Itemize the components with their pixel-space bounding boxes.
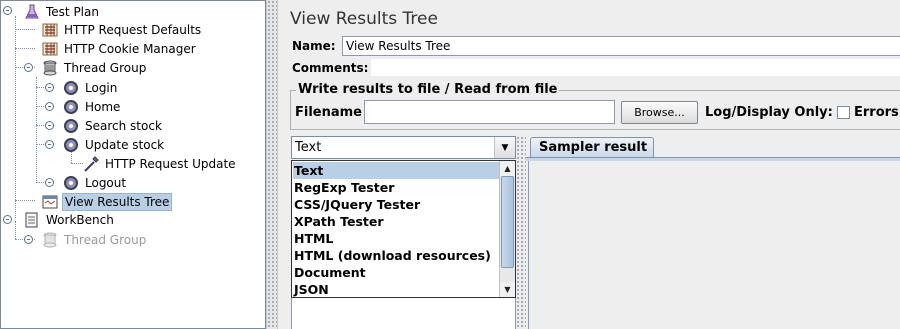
- tree-connector: [15, 48, 35, 49]
- main-splitter[interactable]: [266, 0, 278, 329]
- renderer-option-html-download-resources[interactable]: HTML (download resources): [293, 247, 499, 264]
- renderer-select-value: Text: [295, 140, 322, 155]
- listener-icon: [41, 193, 59, 211]
- tree-node-search-stock[interactable]: Search stock: [62, 116, 164, 135]
- renderer-option-text[interactable]: Text: [293, 162, 499, 179]
- tree-node-login[interactable]: Login: [62, 78, 119, 97]
- beaker-icon: [23, 3, 41, 21]
- collapse-handle-workbench-thread-group[interactable]: [24, 235, 33, 244]
- renderer-option-xpath-tester[interactable]: XPath Tester: [293, 213, 499, 230]
- tree-node-http-request-update[interactable]: HTTP Request Update: [82, 154, 238, 173]
- name-field[interactable]: [342, 36, 900, 56]
- log-display-label: Log/Display Only:: [705, 105, 833, 120]
- renderer-option-document[interactable]: Document: [293, 264, 499, 281]
- page-title: View Results Tree: [290, 9, 438, 29]
- config-element-icon: [41, 40, 59, 58]
- config-element-icon: [41, 21, 59, 39]
- dropdown-scrollbar[interactable]: ▲ ▼: [499, 161, 515, 297]
- gear-icon: [62, 117, 80, 135]
- collapse-handle-home[interactable]: [45, 102, 54, 111]
- comments-field[interactable]: [371, 59, 900, 76]
- scroll-down-icon[interactable]: ▼: [500, 282, 515, 297]
- sampler-result-content: [528, 161, 900, 329]
- tree-node-http-cookie-manager[interactable]: HTTP Cookie Manager: [41, 39, 198, 58]
- tree-node-home[interactable]: Home: [62, 97, 122, 116]
- errors-label: Errors: [854, 105, 899, 120]
- pipette-icon: [82, 155, 100, 173]
- collapse-handle-thread-group[interactable]: [24, 63, 33, 72]
- errors-checkbox[interactable]: [837, 106, 850, 119]
- chevron-down-icon[interactable]: ▼: [494, 137, 515, 158]
- tree-node-test-plan[interactable]: Test Plan: [23, 2, 101, 21]
- view-results-tree-panel: View Results Tree Name: Comments: Write …: [278, 0, 900, 329]
- tree-connector: [15, 221, 16, 239]
- collapse-handle-login[interactable]: [45, 83, 54, 92]
- tree-connector: [15, 200, 35, 201]
- tree-node-update-stock[interactable]: Update stock: [62, 135, 166, 154]
- workbench-icon: [23, 211, 41, 229]
- renderer-option-css-jquery-tester[interactable]: CSS/JQuery Tester: [293, 196, 499, 213]
- tab-sampler-result[interactable]: Sampler result: [530, 137, 654, 158]
- scroll-up-icon[interactable]: ▲: [500, 161, 515, 176]
- tree-node-view-results-tree[interactable]: View Results Tree: [41, 192, 173, 211]
- gear-icon: [62, 98, 80, 116]
- spool-icon: [41, 59, 59, 77]
- gear-icon: [62, 136, 80, 154]
- results-splitter[interactable]: [516, 136, 526, 329]
- renderer-dropdown-list[interactable]: Text RegExp Tester CSS/JQuery Tester XPa…: [291, 160, 516, 298]
- comments-label: Comments:: [292, 61, 369, 75]
- tree-connector: [15, 16, 16, 218]
- renderer-option-regexp-tester[interactable]: RegExp Tester: [293, 179, 499, 196]
- result-tabs: Sampler result: [526, 137, 900, 159]
- collapse-handle-logout[interactable]: [45, 178, 54, 187]
- test-plan-tree[interactable]: Test Plan HTTP Request Defaults HTTP Coo…: [0, 0, 266, 329]
- tree-node-workbench[interactable]: WorkBench: [23, 210, 116, 229]
- collapse-handle-workbench[interactable]: [3, 215, 12, 224]
- renderer-option-html[interactable]: HTML: [293, 230, 499, 247]
- name-label: Name:: [292, 39, 336, 53]
- tree-node-thread-group[interactable]: Thread Group: [41, 58, 148, 77]
- filename-field[interactable]: [364, 100, 615, 124]
- tree-connector: [36, 77, 37, 183]
- scrollbar-thumb[interactable]: [501, 176, 514, 268]
- file-group-legend: Write results to file / Read from file: [296, 82, 560, 97]
- renderer-select[interactable]: Text ▼: [291, 136, 516, 159]
- browse-button[interactable]: Browse...: [621, 101, 698, 124]
- collapse-handle-update-stock[interactable]: [45, 140, 54, 149]
- gear-icon: [62, 174, 80, 192]
- tree-node-http-request-defaults[interactable]: HTTP Request Defaults: [41, 20, 203, 39]
- renderer-option-json[interactable]: JSON: [293, 281, 499, 298]
- collapse-handle-test-plan[interactable]: [3, 6, 12, 15]
- collapse-handle-search-stock[interactable]: [45, 121, 54, 130]
- tree-connector: [15, 29, 35, 30]
- filename-label: Filename: [295, 105, 362, 120]
- gear-icon: [62, 79, 80, 97]
- spool-icon: [41, 231, 59, 249]
- tree-node-logout[interactable]: Logout: [62, 173, 128, 192]
- tree-node-workbench-thread-group[interactable]: Thread Group: [41, 230, 148, 249]
- results-list-pane[interactable]: [291, 298, 516, 329]
